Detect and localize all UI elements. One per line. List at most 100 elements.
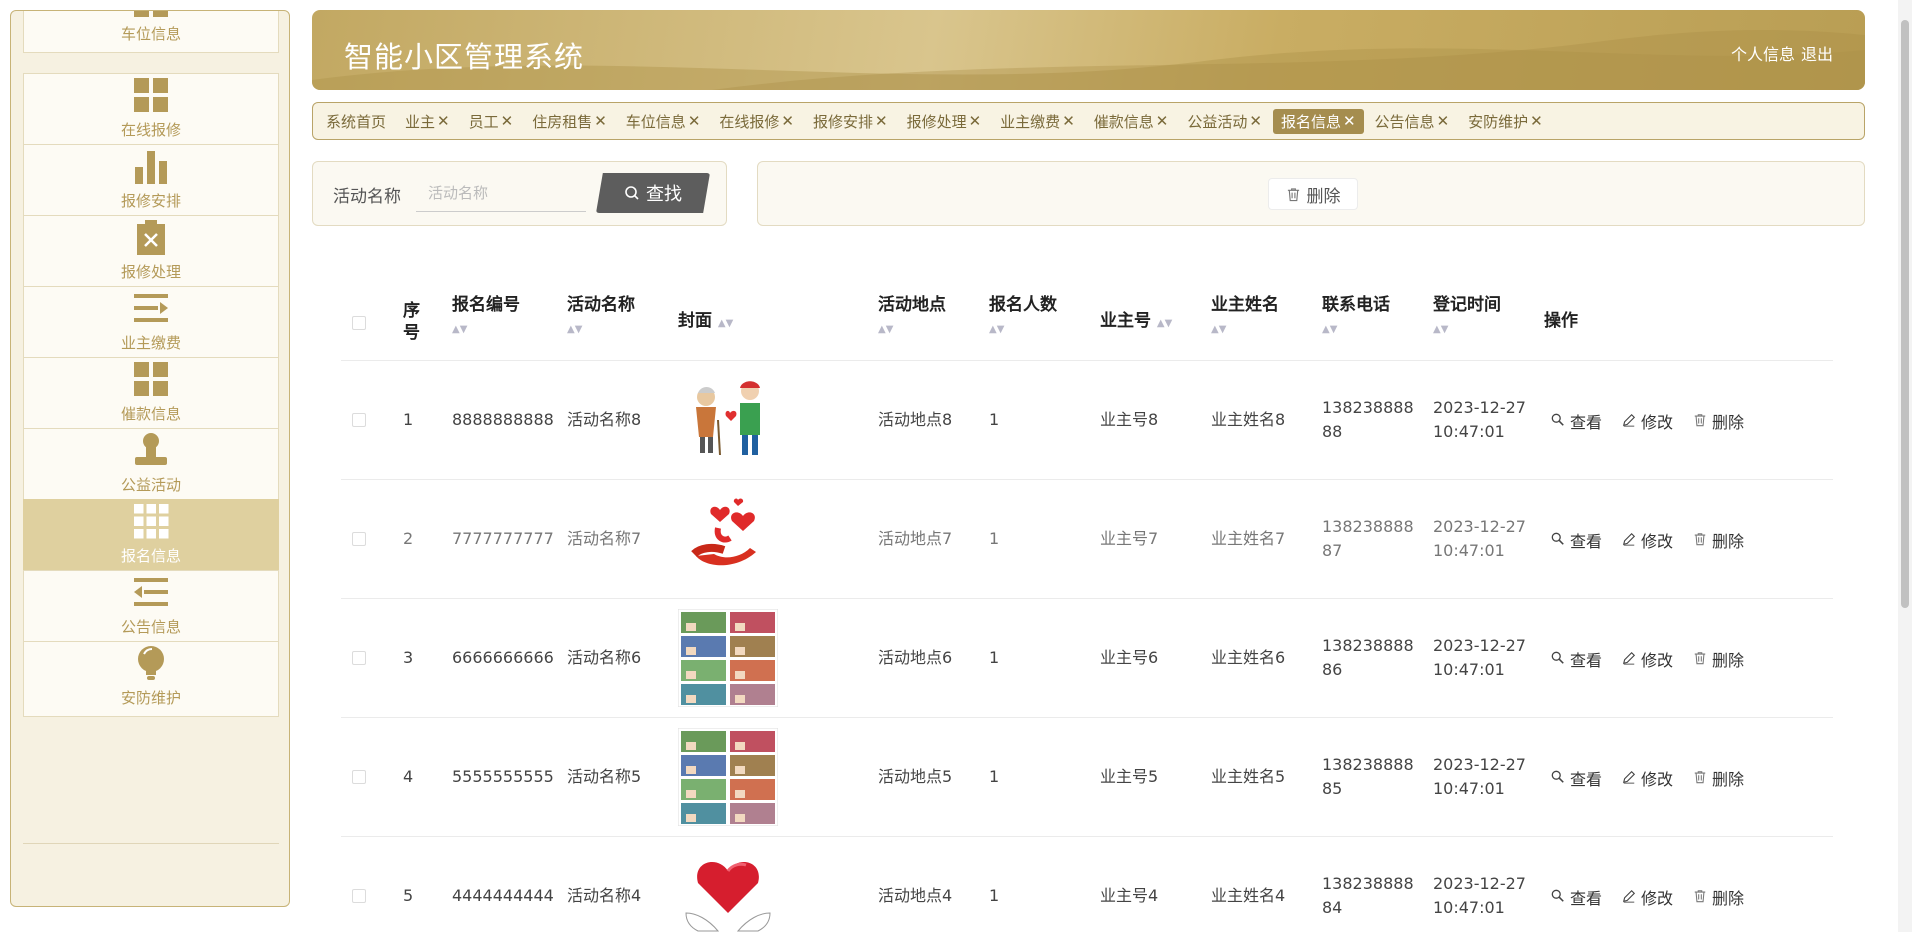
cell-activity-name: 活动名称8 xyxy=(567,410,642,429)
tab-6[interactable]: 在线报修 ✕ xyxy=(719,109,794,134)
tab-8[interactable]: 报修处理 ✕ xyxy=(907,109,982,134)
delete-button-label: 删除 xyxy=(1712,889,1745,908)
cell-reg-time: 10:47:01 xyxy=(1433,541,1505,560)
cell-signup-no: 8888888888 xyxy=(452,410,554,429)
view-button[interactable]: 查看 xyxy=(1551,647,1602,671)
col-location[interactable]: 活动地点 ▲▼ xyxy=(878,294,946,338)
sidebar-item-label: 报名信息 xyxy=(120,547,181,565)
grid-icon xyxy=(131,11,171,19)
close-icon[interactable]: ✕ xyxy=(1437,112,1450,130)
bulb-icon xyxy=(131,643,171,683)
delete-button[interactable]: 删除 xyxy=(1693,647,1744,671)
close-icon[interactable]: ✕ xyxy=(875,112,888,130)
sidebar-item-1[interactable]: 车位信息 xyxy=(23,11,279,53)
tab-label: 公益活动 xyxy=(1187,112,1248,131)
close-icon[interactable]: ✕ xyxy=(969,112,982,130)
sidebar-item-5[interactable]: 业主缴费 xyxy=(23,286,279,362)
edit-button[interactable]: 修改 xyxy=(1622,885,1673,909)
edit-button[interactable]: 修改 xyxy=(1622,528,1673,552)
sort-icon: ▲▼ xyxy=(1322,324,1338,335)
search-button[interactable]: 查找 xyxy=(596,173,710,213)
sidebar-item-4[interactable]: 报修处理 xyxy=(23,215,279,291)
cell-activity-name: 活动名称7 xyxy=(567,529,642,548)
tab-5[interactable]: 车位信息 ✕ xyxy=(626,109,701,134)
view-button[interactable]: 查看 xyxy=(1551,766,1602,790)
edit-button[interactable]: 修改 xyxy=(1622,409,1673,433)
tab-4[interactable]: 住房租售 ✕ xyxy=(532,109,607,134)
col-cover[interactable]: 封面 ▲▼ xyxy=(678,310,733,332)
tab-14[interactable]: 安防维护 ✕ xyxy=(1468,109,1543,134)
close-icon[interactable]: ✕ xyxy=(1249,112,1262,130)
close-icon[interactable]: ✕ xyxy=(1343,112,1356,130)
tab-11[interactable]: 公益活动 ✕ xyxy=(1187,109,1262,134)
logout-link[interactable]: 退出 xyxy=(1801,41,1833,65)
col-count[interactable]: 报名人数 ▲▼ xyxy=(989,294,1057,338)
tab-9[interactable]: 业主缴费 ✕ xyxy=(1000,109,1075,134)
tab-12[interactable]: 报名信息 ✕ xyxy=(1272,108,1364,134)
cell-owner-name: 业主姓名8 xyxy=(1211,410,1286,429)
col-phone[interactable]: 联系电话 ▲▼ xyxy=(1322,294,1390,338)
row-checkbox[interactable] xyxy=(352,532,366,546)
close-icon[interactable]: ✕ xyxy=(437,112,450,130)
edit-button[interactable]: 修改 xyxy=(1622,647,1673,671)
tab-13[interactable]: 公告信息 ✕ xyxy=(1375,109,1450,134)
col-count-label: 报名人数 xyxy=(989,295,1057,315)
stamp-icon xyxy=(131,430,171,470)
close-icon[interactable]: ✕ xyxy=(688,112,701,130)
view-button[interactable]: 查看 xyxy=(1551,885,1602,909)
table-row: 1 8888888888 活动名称8 活动地点8 1 业主号8 业主姓名8 13823888… xyxy=(341,361,1833,480)
col-activity-name[interactable]: 活动名称 ▲▼ xyxy=(567,294,635,338)
col-reg-time[interactable]: 登记时间 ▲▼ xyxy=(1433,294,1501,338)
photo-collage-image xyxy=(677,727,779,827)
tab-label: 公告信息 xyxy=(1374,112,1435,131)
close-icon[interactable]: ✕ xyxy=(1156,112,1169,130)
sidebar-item-2[interactable]: 在线报修 xyxy=(23,73,279,149)
tab-1[interactable]: 系统首页 xyxy=(326,109,386,134)
close-icon[interactable]: ✕ xyxy=(501,112,514,130)
edit-button[interactable]: 修改 xyxy=(1622,766,1673,790)
row-checkbox[interactable] xyxy=(352,889,366,903)
sidebar-item-8[interactable]: 报名信息 xyxy=(23,499,279,575)
sidebar-item-10[interactable]: 安防维护 xyxy=(23,641,279,717)
delete-button[interactable]: 删除 xyxy=(1693,766,1744,790)
view-button[interactable]: 查看 xyxy=(1551,409,1602,433)
cell-location: 活动地点4 xyxy=(878,886,953,905)
row-checkbox[interactable] xyxy=(352,651,366,665)
cell-reg-date: 2023-12-27 xyxy=(1433,755,1526,774)
col-signup-no[interactable]: 报名编号 ▲▼ xyxy=(452,294,520,338)
close-icon[interactable]: ✕ xyxy=(1530,112,1543,130)
tab-label: 催款信息 xyxy=(1093,112,1154,131)
tab-2[interactable]: 业主 ✕ xyxy=(405,109,450,134)
close-icon[interactable]: ✕ xyxy=(594,112,607,130)
delete-button[interactable]: 删除 xyxy=(1693,409,1744,433)
profile-link[interactable]: 个人信息 xyxy=(1731,41,1795,65)
cell-owner-name: 业主姓名4 xyxy=(1211,886,1286,905)
tab-7[interactable]: 报修安排 ✕ xyxy=(813,109,888,134)
cell-phone-line2: 88 xyxy=(1322,422,1343,441)
delete-button-label: 删除 xyxy=(1712,532,1745,551)
sidebar-item-3[interactable]: 报修安排 xyxy=(23,144,279,220)
page-scrollbar[interactable] xyxy=(1901,20,1909,608)
batch-delete-button[interactable]: 删除 xyxy=(1268,178,1358,210)
close-icon[interactable]: ✕ xyxy=(1062,112,1075,130)
cell-count: 1 xyxy=(989,886,1000,905)
select-all-checkbox[interactable] xyxy=(352,316,366,330)
close-icon[interactable]: ✕ xyxy=(781,112,794,130)
row-checkbox[interactable] xyxy=(352,770,366,784)
row-checkbox[interactable] xyxy=(352,413,366,427)
sidebar-item-6[interactable]: 催款信息 xyxy=(23,357,279,433)
search-input[interactable] xyxy=(416,176,586,212)
col-owner-name[interactable]: 业主姓名 ▲▼ xyxy=(1211,294,1279,338)
delete-button[interactable]: 删除 xyxy=(1693,885,1744,909)
delete-button[interactable]: 删除 xyxy=(1693,528,1744,552)
cell-location: 活动地点8 xyxy=(878,410,953,429)
row-actions: 查看 修改 删除 xyxy=(1551,528,1744,552)
cell-owner-name: 业主姓名6 xyxy=(1211,648,1286,667)
col-owner-no[interactable]: 业主号 ▲▼ xyxy=(1100,310,1172,332)
cell-phone-line1: 138238888 xyxy=(1322,755,1414,774)
tab-10[interactable]: 催款信息 ✕ xyxy=(1094,109,1169,134)
sidebar-item-7[interactable]: 公益活动 xyxy=(23,428,279,504)
sidebar-item-9[interactable]: 公告信息 xyxy=(23,570,279,646)
view-button[interactable]: 查看 xyxy=(1551,528,1602,552)
tab-3[interactable]: 员工 ✕ xyxy=(469,109,514,134)
